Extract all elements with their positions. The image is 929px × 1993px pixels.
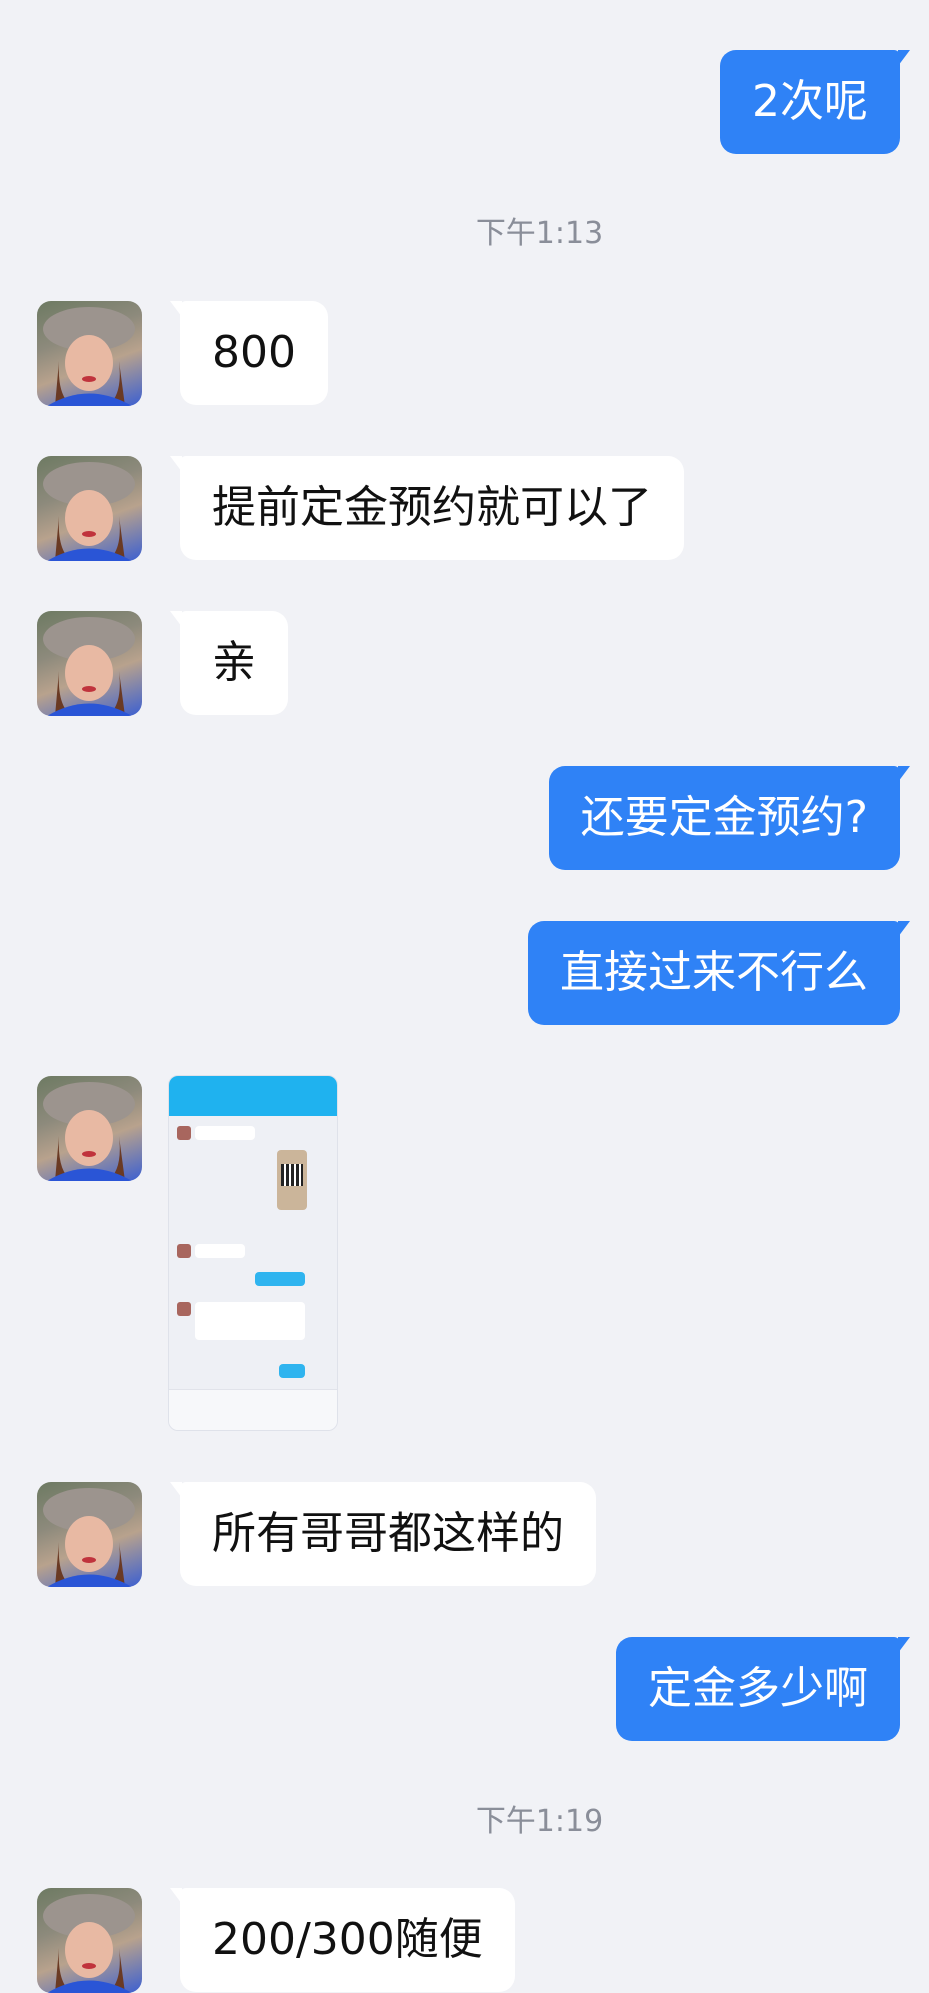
message-bubble-incoming[interactable]: 亲 [170,611,288,715]
chat-window: 2次呢 下午1:13 800 提前定金预约就可以了 亲 还要定金预约? 直接过来… [0,0,929,1993]
thumbnail-row [255,1272,305,1286]
timestamp: 下午1:13 [475,216,604,251]
message-bubble-outgoing[interactable]: 还要定金预约? [548,766,911,870]
avatar-icon [43,307,135,406]
avatar-icon [43,1894,135,1993]
message-bubble-incoming[interactable]: 提前定金预约就可以了 [170,456,684,560]
thumbnail-avatar [177,1126,191,1140]
thumbnail-avatar [177,1244,191,1258]
thumbnail-qr-image [277,1150,307,1210]
avatar-icon [43,617,135,716]
contact-avatar[interactable] [37,611,142,716]
avatar-icon [43,1488,135,1587]
contact-avatar[interactable] [37,1482,142,1587]
message-bubble-incoming[interactable]: 所有哥哥都这样的 [170,1482,596,1586]
thumbnail-avatar [177,1302,191,1316]
message-bubble-outgoing[interactable]: 直接过来不行么 [528,921,910,1025]
thumbnail-row [279,1364,305,1378]
thumbnail-header [169,1076,337,1116]
avatar-icon [43,1082,135,1181]
thumbnail-row [195,1244,245,1258]
message-bubble-incoming[interactable]: 800 [170,301,328,405]
message-bubble-outgoing[interactable]: 定金多少啊 [616,1637,910,1741]
thumbnail-row [195,1302,305,1340]
contact-avatar[interactable] [37,1888,142,1993]
image-thumbnail[interactable] [168,1075,338,1431]
timestamp: 下午1:19 [475,1804,604,1839]
contact-avatar[interactable] [37,301,142,406]
thumbnail-input-bar [169,1389,337,1430]
avatar-icon [43,462,135,561]
contact-avatar[interactable] [37,456,142,561]
contact-avatar[interactable] [37,1076,142,1181]
message-bubble-incoming[interactable]: 200/300随便 [170,1888,515,1992]
thumbnail-row [195,1126,255,1140]
message-bubble-outgoing[interactable]: 2次呢 [720,50,910,154]
